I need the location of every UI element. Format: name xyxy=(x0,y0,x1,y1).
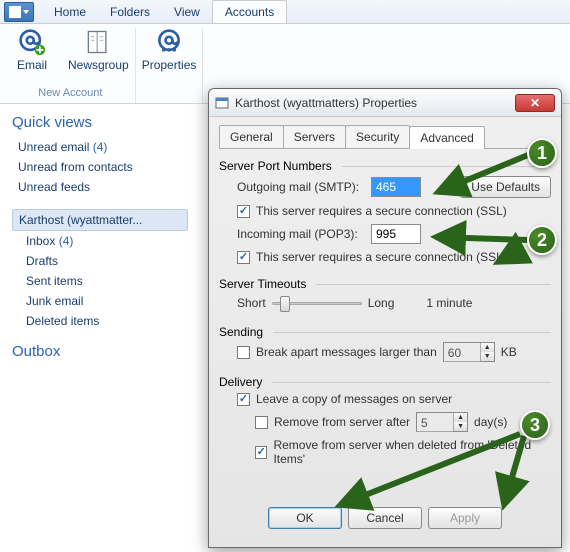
email-button[interactable]: Email xyxy=(12,28,52,72)
remove-deleted-label: Remove from server when deleted from 'De… xyxy=(273,438,551,466)
dialog-titlebar[interactable]: Karthost (wyattmatters) Properties ✕ xyxy=(209,89,561,117)
smtp-input[interactable] xyxy=(371,177,421,197)
folder-junk[interactable]: Junk email xyxy=(12,291,188,311)
ribbon-tabs-bar: Home Folders View Accounts xyxy=(0,0,570,24)
smtp-ssl-checkbox[interactable] xyxy=(237,205,250,218)
quick-views-heading[interactable]: Quick views xyxy=(12,114,188,131)
leave-copy-checkbox[interactable] xyxy=(237,393,250,406)
folder-sent[interactable]: Sent items xyxy=(12,271,188,291)
sidebar: Quick views Unread email (4) Unread from… xyxy=(0,104,200,552)
tab-accounts[interactable]: Accounts xyxy=(212,0,287,23)
tab-security[interactable]: Security xyxy=(345,125,410,148)
dialog-footer: OK Cancel Apply xyxy=(219,495,551,541)
quick-unread-feeds[interactable]: Unread feeds xyxy=(12,177,188,197)
kb-label: KB xyxy=(501,345,517,359)
remove-deleted-checkbox[interactable] xyxy=(255,446,267,459)
quick-unread-email[interactable]: Unread email (4) xyxy=(12,137,188,157)
newsgroup-button[interactable]: Newsgroup xyxy=(68,28,129,72)
folder-drafts[interactable]: Drafts xyxy=(12,251,188,271)
tab-general[interactable]: General xyxy=(219,125,284,148)
remove-days-spinner[interactable]: ▲▼ xyxy=(416,412,468,432)
group-label-empty xyxy=(168,87,171,99)
tab-advanced[interactable]: Advanced xyxy=(409,126,484,149)
tab-home[interactable]: Home xyxy=(42,1,98,23)
section-ports: Server Port Numbers xyxy=(219,159,332,173)
pop3-ssl-checkbox[interactable] xyxy=(237,251,250,264)
callout-1: 1 xyxy=(527,138,557,168)
tab-folders[interactable]: Folders xyxy=(98,1,162,23)
timeout-short-label: Short xyxy=(237,296,266,310)
close-button[interactable]: ✕ xyxy=(515,94,555,112)
break-apart-checkbox[interactable] xyxy=(237,346,250,359)
section-delivery: Delivery xyxy=(219,375,262,389)
group-label-new-account: New Account xyxy=(38,87,102,99)
folder-inbox[interactable]: Inbox (4) xyxy=(12,231,188,251)
pop3-ssl-label: This server requires a secure connection… xyxy=(256,250,507,264)
apply-button[interactable]: Apply xyxy=(428,507,502,529)
days-label: day(s) xyxy=(474,415,507,429)
cancel-button[interactable]: Cancel xyxy=(348,507,422,529)
pop3-input[interactable] xyxy=(371,224,421,244)
email-button-label: Email xyxy=(17,58,47,72)
at-properties-icon xyxy=(155,28,183,56)
timeout-long-label: Long xyxy=(368,296,395,310)
smtp-ssl-label: This server requires a secure connection… xyxy=(256,204,507,218)
app-menu-button[interactable] xyxy=(4,2,34,22)
dialog-tabs: General Servers Security Advanced xyxy=(219,125,551,149)
callout-2: 2 xyxy=(527,225,557,255)
pop3-label: Incoming mail (POP3): xyxy=(237,227,365,241)
timeout-value: 1 minute xyxy=(426,296,472,310)
properties-dialog: Karthost (wyattmatters) Properties ✕ Gen… xyxy=(208,88,562,548)
smtp-label: Outgoing mail (SMTP): xyxy=(237,180,365,194)
leave-copy-label: Leave a copy of messages on server xyxy=(256,392,452,406)
dialog-icon xyxy=(215,95,231,111)
break-apart-label: Break apart messages larger than xyxy=(256,345,437,359)
ok-button[interactable]: OK xyxy=(268,507,342,529)
remove-after-label: Remove from server after xyxy=(274,415,410,429)
newsgroup-button-label: Newsgroup xyxy=(68,58,129,72)
callout-3: 3 xyxy=(520,410,550,440)
tab-view[interactable]: View xyxy=(162,1,212,23)
dialog-body: General Servers Security Advanced Server… xyxy=(209,117,561,547)
quick-unread-contacts[interactable]: Unread from contacts xyxy=(12,157,188,177)
close-icon: ✕ xyxy=(530,96,540,110)
folder-deleted[interactable]: Deleted items xyxy=(12,311,188,331)
break-kb-spinner[interactable]: ▲▼ xyxy=(443,342,495,362)
section-sending: Sending xyxy=(219,325,263,339)
at-add-icon xyxy=(18,28,46,56)
ribbon-group-new-account: Email Newsgroup New Account xyxy=(6,28,136,103)
newsgroup-icon xyxy=(84,28,112,56)
sidebar-account[interactable]: Karthost (wyattmatter... xyxy=(12,209,188,231)
remove-after-checkbox[interactable] xyxy=(255,416,268,429)
ribbon-group-properties: Properties xyxy=(136,28,204,103)
timeout-slider[interactable] xyxy=(272,294,362,312)
tab-servers[interactable]: Servers xyxy=(283,125,346,148)
outbox-heading[interactable]: Outbox xyxy=(12,343,188,360)
properties-button[interactable]: Properties xyxy=(142,28,197,72)
section-timeouts: Server Timeouts xyxy=(219,277,306,291)
use-defaults-button[interactable]: Use Defaults xyxy=(460,176,551,198)
properties-button-label: Properties xyxy=(142,58,197,72)
dialog-title: Karthost (wyattmatters) Properties xyxy=(235,96,515,110)
